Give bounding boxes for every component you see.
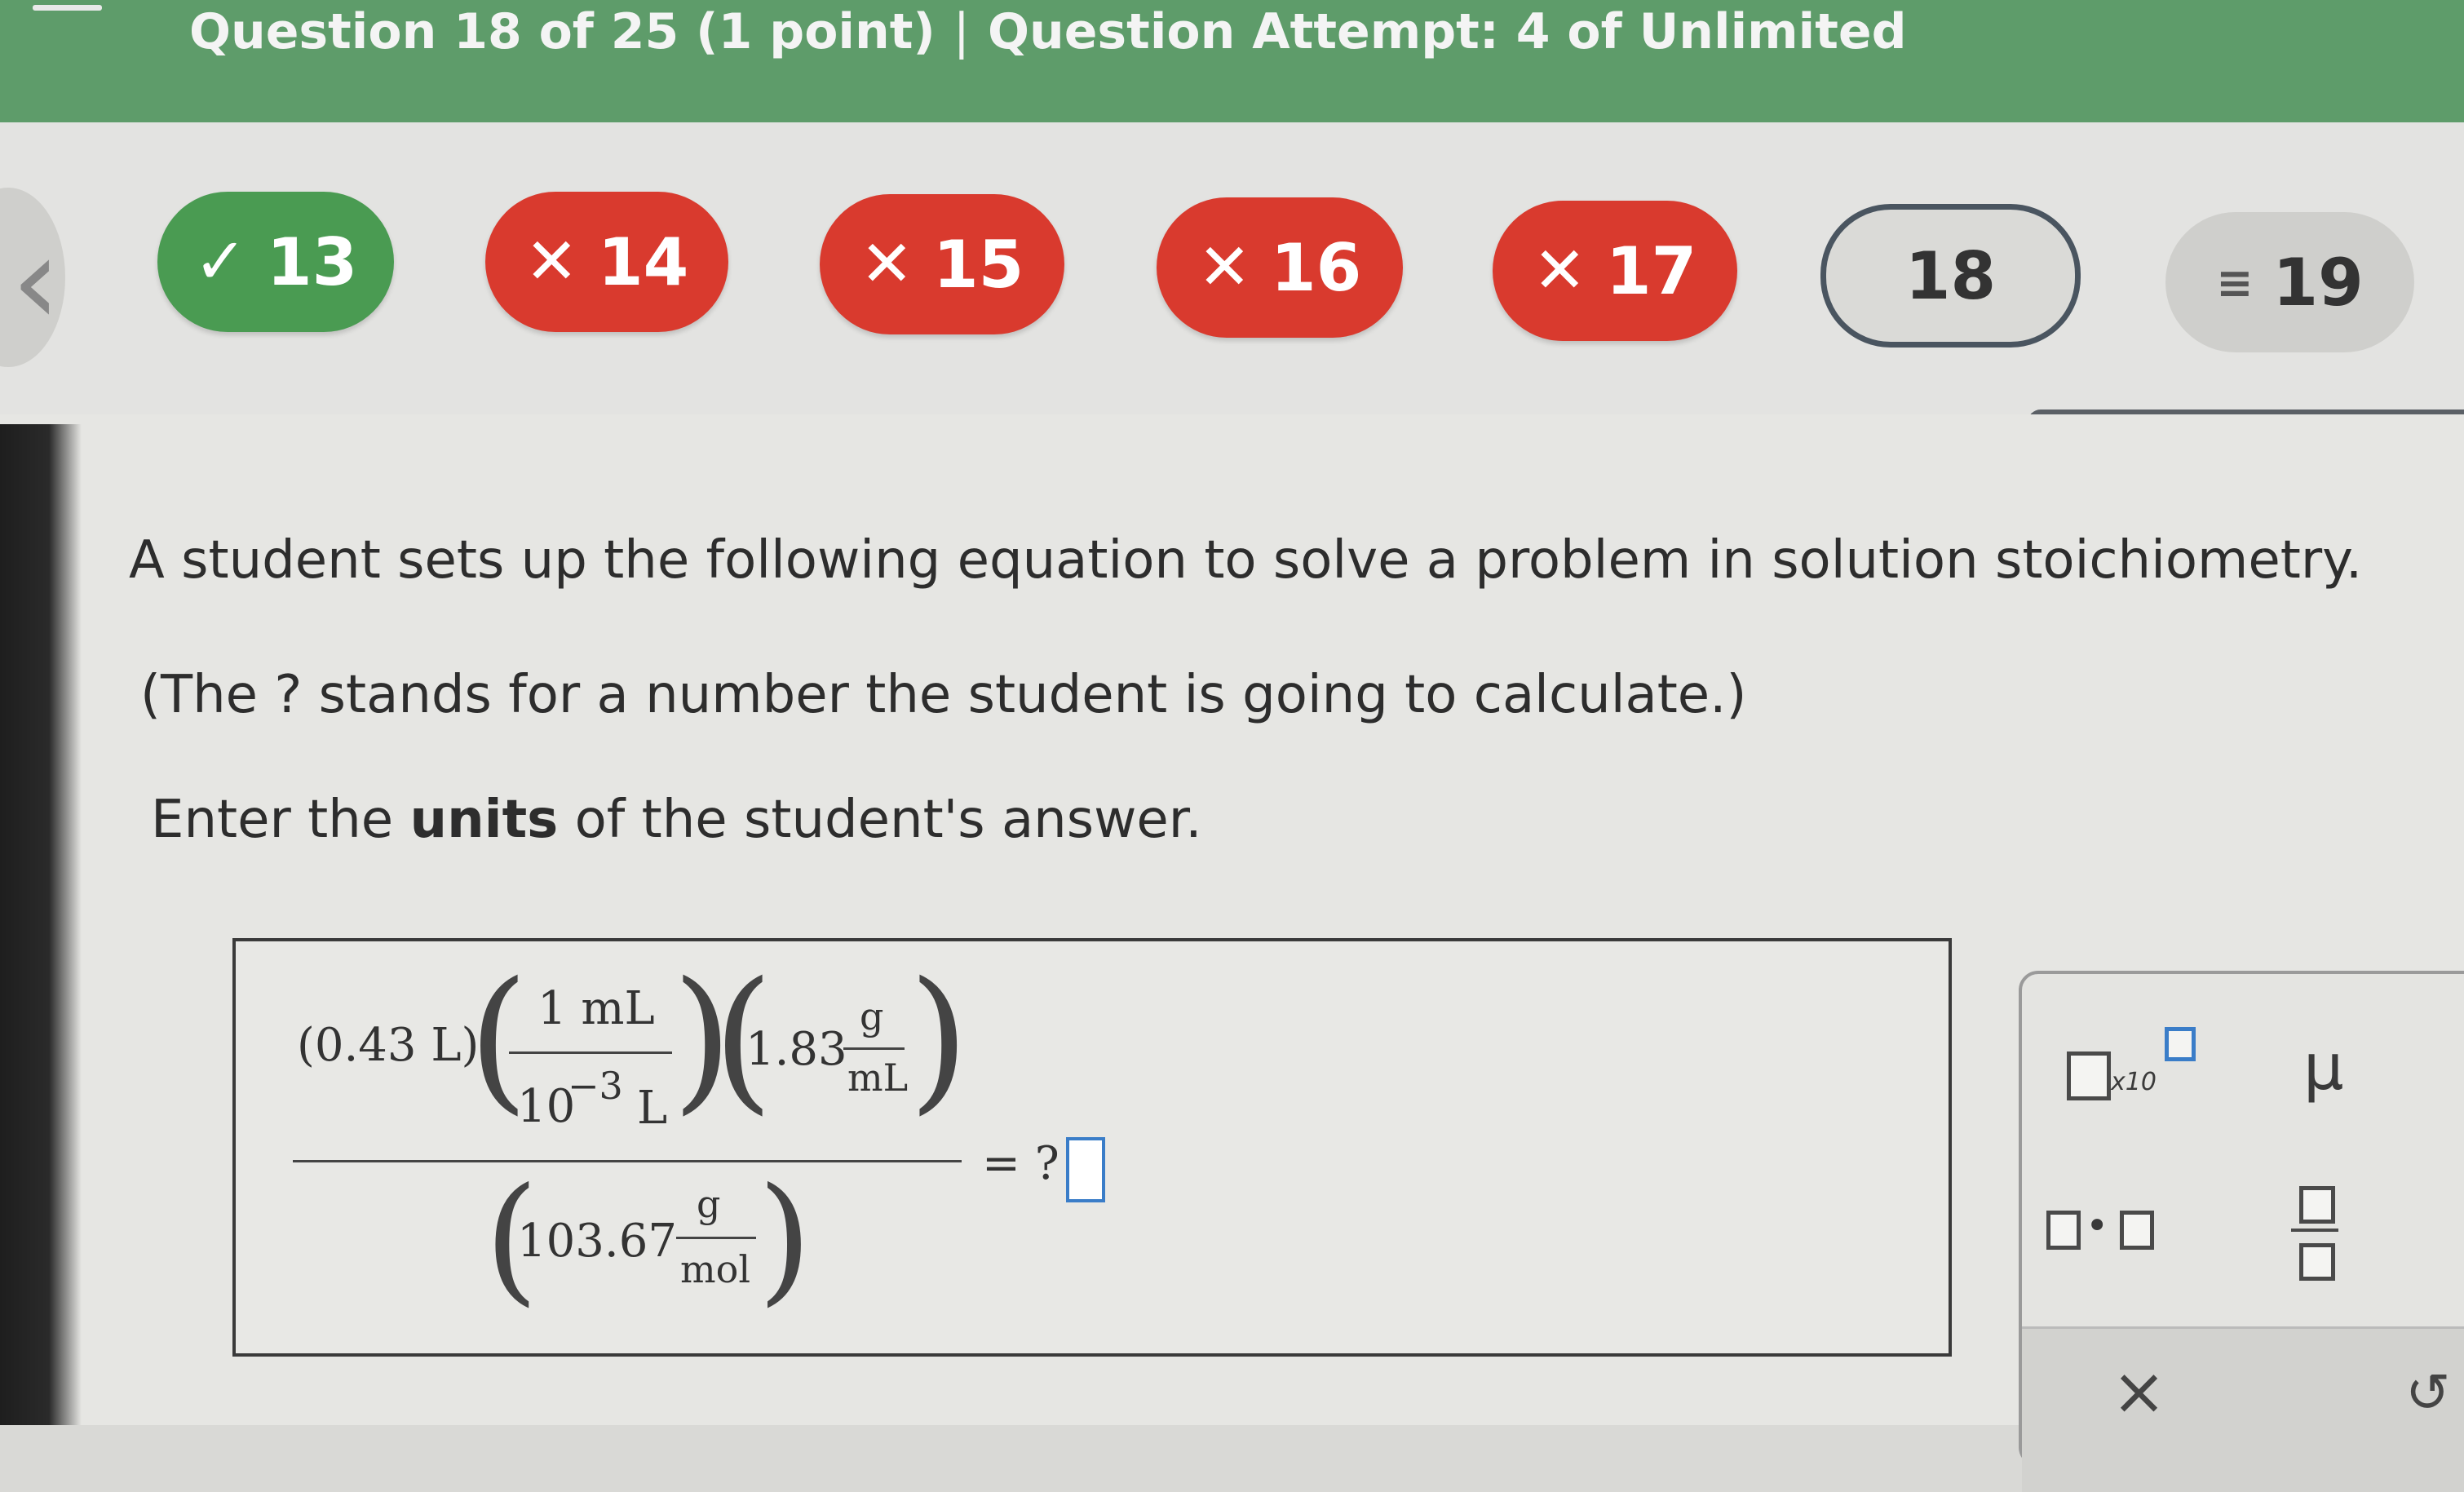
instruction-emphasis: units — [409, 790, 559, 850]
eq-main-fraction-bar — [293, 1160, 962, 1162]
fraction-button[interactable] — [2285, 1186, 2350, 1284]
eq-paren-close: ) — [909, 949, 970, 1129]
question-number: 14 — [598, 224, 689, 300]
x-icon: ✕ — [860, 228, 914, 301]
palette-actions: × ↺ — [2022, 1326, 2464, 1492]
exponent-box-icon — [2165, 1027, 2196, 1061]
eq-density-value: 1.83 — [745, 1023, 847, 1076]
answer-box: (0.43 L) ( 1 mL 10 −3 L ) ( 1.83 g mL ) … — [232, 938, 1952, 1357]
eq-frac1-den-base: 10 — [517, 1080, 576, 1133]
mu-symbol-button[interactable]: μ — [2303, 1031, 2344, 1105]
question-header: Question 18 of 25 (1 point) | Question Att… — [0, 0, 2464, 122]
math-tool-palette: x10 μ • × ↺ — [2019, 971, 2464, 1492]
eq-frac1-numerator: 1 mL — [537, 982, 655, 1035]
numerator-box-icon — [2299, 1186, 2335, 1224]
eq-volume: (0.43 L) — [297, 1019, 480, 1072]
previous-button[interactable]: ‹ — [0, 188, 65, 367]
question-nav-14[interactable]: ✕ 14 — [485, 192, 728, 332]
x10-label: x10 — [2111, 1068, 2157, 1096]
screen-edge — [0, 424, 82, 1425]
eq-equals-question: = ? — [982, 1137, 1059, 1190]
placeholder-box-icon — [2120, 1211, 2154, 1250]
header-title: Question 18 of 25 (1 point) | Question Att… — [189, 3, 1907, 60]
eq-molar-mass-value: 103.67 — [517, 1215, 677, 1268]
clear-button[interactable]: × — [2112, 1353, 2166, 1429]
unanswered-icon: ≡ — [2216, 256, 2254, 308]
question-navigation: ‹ ✓ 13 ✕ 14 ✕ 15 ✕ 16 ✕ 17 18 ≡ 19 — [0, 122, 2464, 436]
check-icon: ✓ — [193, 225, 248, 299]
question-nav-13[interactable]: ✓ 13 — [157, 192, 394, 332]
scientific-notation-button[interactable]: x10 — [2067, 1027, 2196, 1100]
header-separator: | — [953, 3, 971, 60]
multiply-dot-button[interactable]: • — [2046, 1203, 2169, 1255]
units-answer-input[interactable] — [1066, 1137, 1105, 1202]
question-nav-18-current[interactable]: 18 — [1820, 204, 2081, 348]
eq-paren-close: ) — [758, 1158, 812, 1320]
eq-frac3-bar — [676, 1237, 756, 1239]
eq-frac3-numerator: g — [697, 1182, 721, 1226]
instruction-text-end: of the student's answer. — [558, 790, 1202, 850]
undo-button[interactable]: ↺ — [2405, 1361, 2450, 1424]
attempt-counter: Question Attempt: 4 of Unlimited — [988, 3, 1907, 60]
x-icon: ✕ — [1533, 234, 1587, 308]
question-nav-15[interactable]: ✕ 15 — [820, 194, 1064, 334]
question-number: 17 — [1606, 232, 1697, 309]
question-number: 19 — [2272, 244, 2364, 321]
instruction-text: Enter the — [151, 790, 410, 850]
question-number: 16 — [1271, 229, 1362, 306]
menu-handle[interactable] — [33, 5, 102, 11]
question-counter: Question 18 of 25 (1 point) — [189, 3, 936, 60]
eq-frac2-denominator: mL — [847, 1056, 909, 1100]
x-icon: ✕ — [1197, 231, 1252, 304]
question-nav-16[interactable]: ✕ 16 — [1157, 197, 1403, 338]
dot-icon: • — [2086, 1203, 2109, 1249]
eq-frac2-bar — [843, 1047, 905, 1050]
eq-frac1-den-exp: −3 — [568, 1064, 623, 1108]
chevron-left-icon: ‹ — [11, 210, 60, 352]
denominator-box-icon — [2299, 1243, 2335, 1281]
eq-frac3-denominator: mol — [680, 1247, 751, 1291]
eq-frac1-bar — [509, 1051, 672, 1054]
fraction-bar-icon — [2291, 1229, 2338, 1232]
problem-instruction: Enter the units of the student's answer. — [151, 790, 1202, 850]
question-number: 15 — [933, 226, 1024, 303]
problem-statement: A student sets up the following equation… — [129, 530, 2363, 591]
eq-frac2-numerator: g — [860, 994, 884, 1038]
question-number: 13 — [267, 224, 358, 300]
placeholder-box-icon — [2046, 1211, 2081, 1250]
question-nav-19[interactable]: ≡ 19 — [2165, 212, 2414, 352]
x-icon: ✕ — [524, 225, 579, 299]
problem-note: (The ? stands for a number the student i… — [140, 665, 1747, 725]
placeholder-box-icon — [2067, 1051, 2111, 1100]
question-nav-17[interactable]: ✕ 17 — [1493, 201, 1737, 341]
question-number: 18 — [1904, 237, 1997, 314]
eq-frac1-den-unit: L — [637, 1082, 668, 1135]
